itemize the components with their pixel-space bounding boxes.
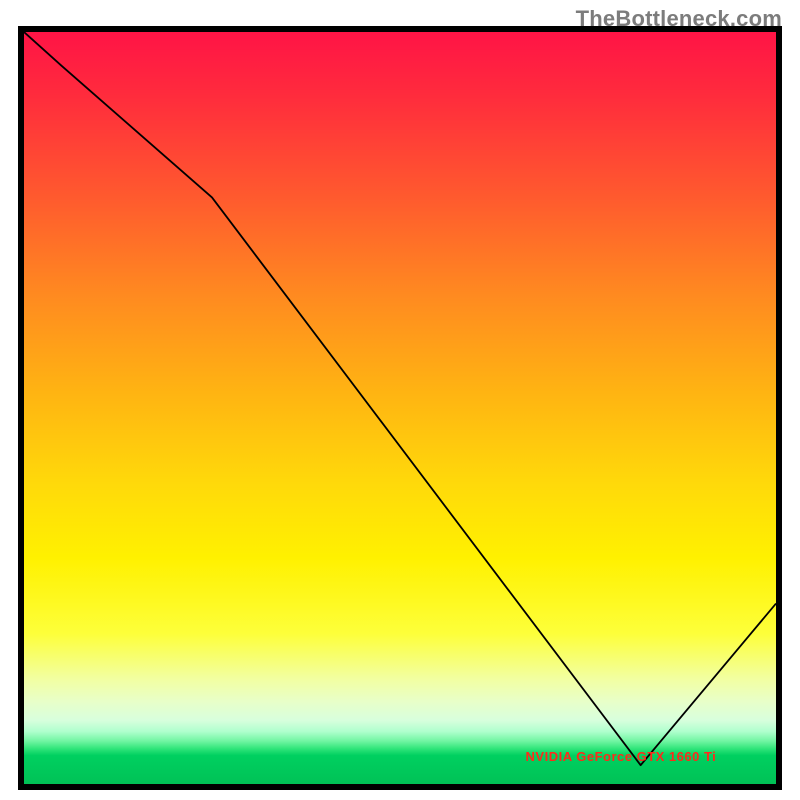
plot-area: NVIDIA GeForce GTX 1660 Ti <box>18 26 782 790</box>
line-plot-svg <box>24 32 776 784</box>
chart-container: TheBottleneck.com NVIDIA GeForce GTX 166… <box>0 0 800 800</box>
optimal-gpu-label: NVIDIA GeForce GTX 1660 Ti <box>526 749 717 764</box>
bottleneck-curve <box>24 32 776 765</box>
